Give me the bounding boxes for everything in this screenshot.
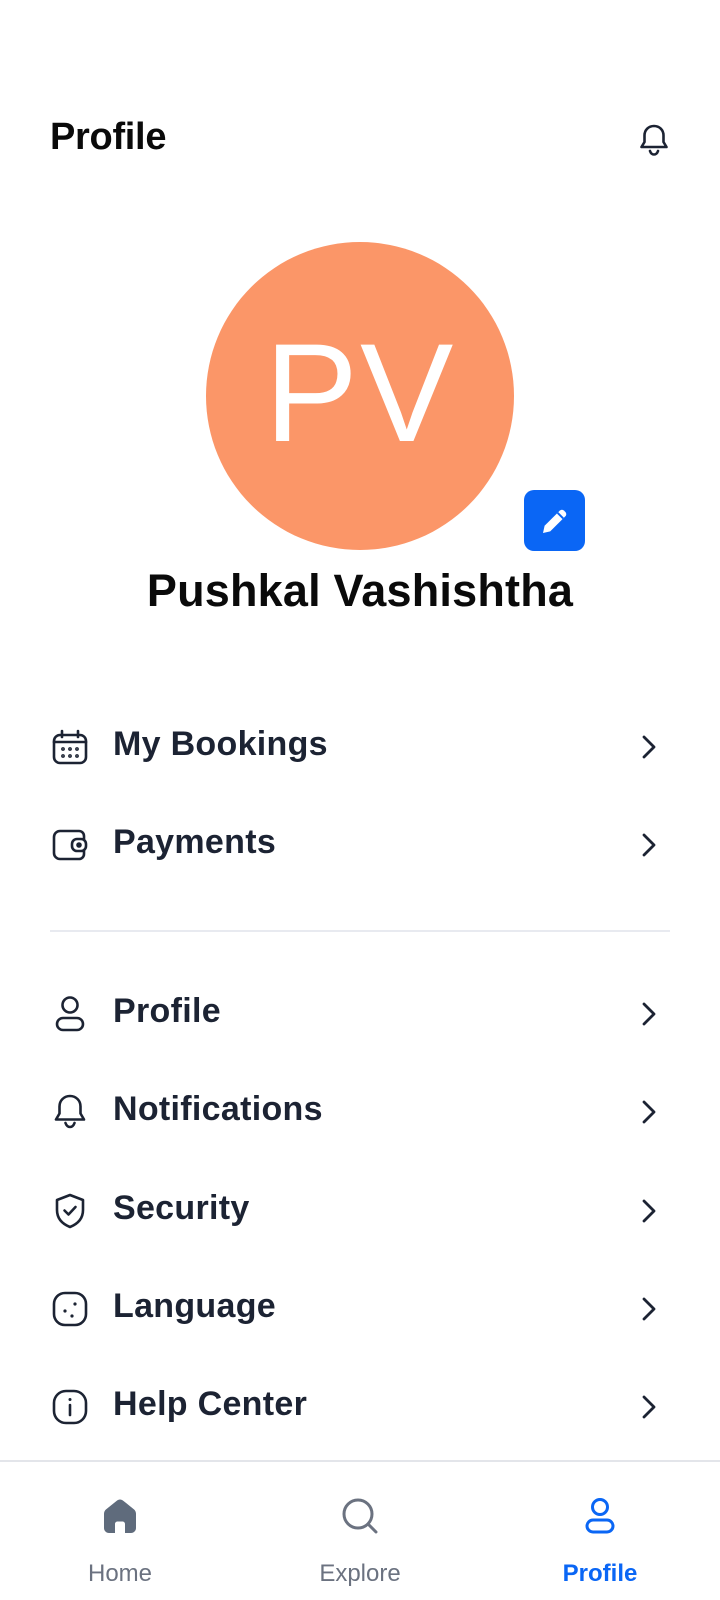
chevron-right-icon bbox=[642, 1002, 656, 1026]
chevron-right-icon bbox=[642, 1100, 656, 1124]
menu-label-my-bookings: My Bookings bbox=[113, 725, 328, 763]
menu-item-my-bookings[interactable]: My Bookings bbox=[50, 710, 670, 780]
edit-avatar-button[interactable] bbox=[524, 490, 585, 551]
menu-item-notifications[interactable]: Notifications bbox=[50, 1075, 670, 1145]
menu-item-payments[interactable]: Payments bbox=[50, 808, 670, 878]
menu-item-language[interactable]: Language bbox=[50, 1272, 670, 1342]
menu-label-payments: Payments bbox=[113, 823, 277, 861]
nav-home[interactable]: Home bbox=[20, 1462, 220, 1600]
avatar: PV bbox=[206, 242, 514, 550]
menu-label-help-center: Help Center bbox=[113, 1385, 308, 1423]
chevron-right-icon bbox=[642, 735, 656, 759]
menu-item-security[interactable]: Security bbox=[50, 1174, 670, 1244]
bell-icon bbox=[640, 124, 668, 156]
wallet-icon bbox=[52, 829, 88, 861]
menu-label-security: Security bbox=[113, 1189, 250, 1227]
nav-profile[interactable]: Profile bbox=[500, 1462, 700, 1600]
avatar-initials: PV bbox=[264, 314, 456, 471]
chevron-right-icon bbox=[642, 1199, 656, 1223]
menu-label-language: Language bbox=[113, 1287, 276, 1325]
notifications-button[interactable] bbox=[636, 120, 672, 160]
bell-icon bbox=[54, 1094, 86, 1129]
user-icon bbox=[585, 1498, 615, 1534]
nav-label-explore: Explore bbox=[319, 1560, 401, 1587]
globe-icon bbox=[52, 1291, 88, 1327]
user-name: Pushkal Vashishtha bbox=[146, 565, 574, 616]
info-icon bbox=[52, 1389, 88, 1425]
chevron-right-icon bbox=[642, 833, 656, 857]
header: Profile bbox=[50, 112, 670, 168]
page-title: Profile bbox=[50, 116, 167, 158]
menu-label-profile: Profile bbox=[113, 992, 221, 1030]
chevron-right-icon bbox=[642, 1395, 656, 1419]
user-icon bbox=[55, 996, 85, 1032]
nav-label-home: Home bbox=[87, 1560, 153, 1587]
nav-label-profile: Profile bbox=[562, 1560, 638, 1587]
divider bbox=[50, 930, 670, 932]
shield-check-icon bbox=[55, 1193, 85, 1229]
chevron-right-icon bbox=[642, 1297, 656, 1321]
menu-item-profile[interactable]: Profile bbox=[50, 977, 670, 1047]
bottom-nav: Home Explore Profile bbox=[0, 1460, 720, 1600]
calendar-icon bbox=[52, 729, 88, 765]
menu-item-help-center[interactable]: Help Center bbox=[50, 1370, 670, 1440]
menu-label-notifications: Notifications bbox=[113, 1090, 323, 1128]
home-icon bbox=[104, 1499, 136, 1533]
pencil-icon bbox=[542, 509, 566, 533]
search-icon bbox=[342, 1498, 378, 1534]
nav-explore[interactable]: Explore bbox=[260, 1462, 460, 1600]
